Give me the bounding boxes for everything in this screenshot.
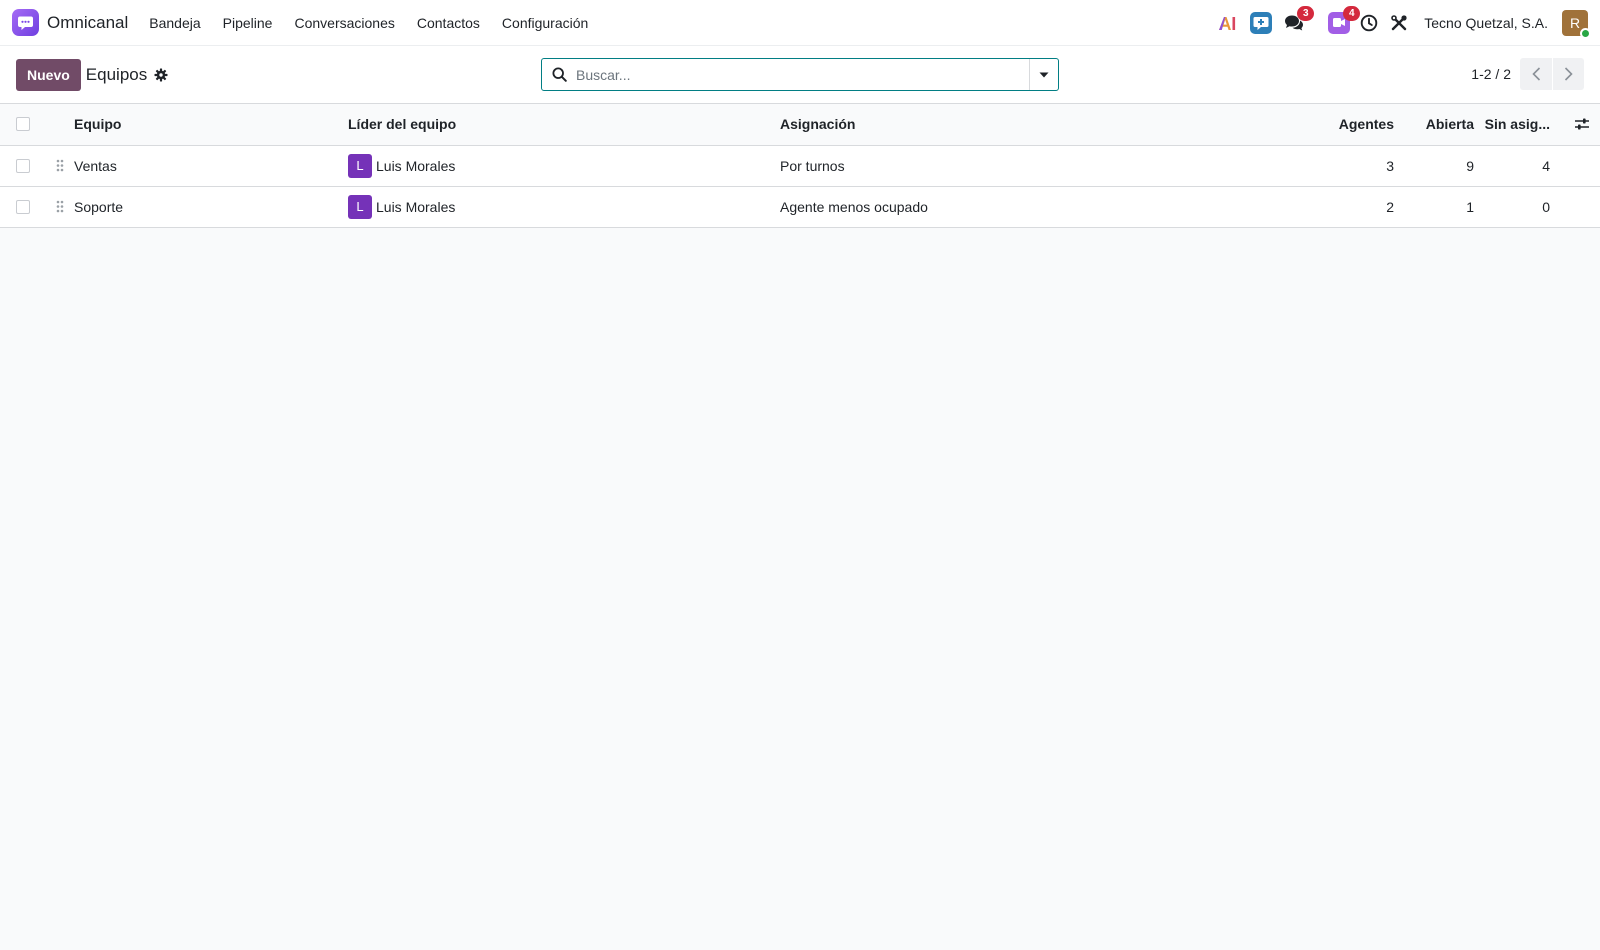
cell-leader[interactable]: L Luis Morales bbox=[348, 153, 780, 178]
cell-agents[interactable]: 2 bbox=[1224, 186, 1404, 228]
systray: AI 3 4 bbox=[1210, 5, 1591, 39]
cell-assignment[interactable]: Agente menos ocupado bbox=[780, 186, 1224, 228]
table-header-row: Equipo Líder del equipo Asignación Agent… bbox=[0, 104, 1600, 146]
cell-team[interactable]: Ventas bbox=[74, 145, 348, 187]
messages-badge: 3 bbox=[1297, 5, 1315, 21]
leader-name: Luis Morales bbox=[376, 157, 456, 174]
activities-icon[interactable]: 4 bbox=[1328, 5, 1361, 36]
cell-open[interactable]: 9 bbox=[1404, 145, 1484, 187]
table-row[interactable]: Ventas L Luis Morales Por turnos 3 9 4 bbox=[0, 145, 1600, 187]
menu-item-pipeline[interactable]: Pipeline bbox=[223, 15, 273, 31]
tools-icon[interactable] bbox=[1390, 10, 1408, 36]
cell-team[interactable]: Soporte bbox=[74, 186, 348, 228]
gear-icon[interactable] bbox=[154, 68, 168, 82]
leader-name: Luis Morales bbox=[376, 198, 456, 215]
cell-leader[interactable]: L Luis Morales bbox=[348, 194, 780, 219]
search-options-toggle[interactable] bbox=[1029, 59, 1058, 90]
row-checkbox[interactable] bbox=[16, 199, 30, 214]
clock-icon[interactable] bbox=[1360, 10, 1378, 36]
column-header-leader[interactable]: Líder del equipo bbox=[348, 104, 780, 146]
pager-next-button[interactable] bbox=[1552, 58, 1584, 90]
main-menu: Bandeja Pipeline Conversaciones Contacto… bbox=[149, 15, 610, 31]
activities-badge: 4 bbox=[1343, 5, 1361, 21]
table-row[interactable]: Soporte L Luis Morales Agente menos ocup… bbox=[0, 186, 1600, 228]
ai-assistant-icon[interactable]: AI bbox=[1218, 10, 1238, 36]
column-header-agents[interactable]: Agentes bbox=[1224, 104, 1404, 146]
column-header-team[interactable]: Equipo bbox=[74, 104, 348, 146]
cell-open[interactable]: 1 bbox=[1404, 186, 1484, 228]
cell-assignment[interactable]: Por turnos bbox=[780, 145, 1224, 187]
search-input[interactable] bbox=[567, 59, 1029, 90]
cell-unassigned[interactable]: 4 bbox=[1484, 145, 1564, 187]
pager: 1-2 / 2 bbox=[1471, 58, 1584, 90]
app-name[interactable]: Omnicanal bbox=[47, 13, 128, 33]
pager-value[interactable]: 1-2 / 2 bbox=[1471, 66, 1511, 82]
select-all-checkbox[interactable] bbox=[16, 117, 30, 132]
menu-item-contactos[interactable]: Contactos bbox=[417, 15, 480, 31]
search-icon bbox=[552, 67, 567, 82]
company-name[interactable]: Tecno Quetzal, S.A. bbox=[1424, 15, 1548, 31]
column-header-unassigned[interactable]: Sin asig... bbox=[1484, 104, 1564, 146]
optional-columns-icon[interactable] bbox=[1564, 117, 1600, 131]
menu-item-conversaciones[interactable]: Conversaciones bbox=[294, 15, 394, 31]
leader-avatar: L bbox=[348, 194, 372, 219]
messages-icon[interactable]: 3 bbox=[1284, 5, 1315, 36]
teams-table: Equipo Líder del equipo Asignación Agent… bbox=[0, 104, 1600, 228]
menu-item-configuracion[interactable]: Configuración bbox=[502, 15, 588, 31]
drag-handle-icon[interactable] bbox=[46, 200, 74, 213]
page-title: Equipos bbox=[85, 64, 148, 84]
chevron-left-icon bbox=[1531, 67, 1540, 81]
drag-handle-icon[interactable] bbox=[46, 159, 74, 172]
menu-item-bandeja[interactable]: Bandeja bbox=[149, 15, 200, 31]
chevron-right-icon bbox=[1564, 67, 1573, 81]
app-logo-chat-icon[interactable] bbox=[12, 9, 39, 36]
column-header-open[interactable]: Abierta bbox=[1404, 104, 1484, 146]
row-checkbox[interactable] bbox=[16, 158, 30, 173]
search-bar bbox=[541, 58, 1059, 91]
leader-avatar: L bbox=[348, 153, 372, 178]
cell-agents[interactable]: 3 bbox=[1224, 145, 1404, 187]
livechat-icon[interactable] bbox=[1250, 10, 1273, 36]
cell-unassigned[interactable]: 0 bbox=[1484, 186, 1564, 228]
column-header-assignment[interactable]: Asignación bbox=[780, 104, 1224, 146]
top-navbar: Omnicanal Bandeja Pipeline Conversacione… bbox=[0, 0, 1600, 46]
caret-down-icon bbox=[1039, 72, 1049, 77]
user-avatar[interactable]: R bbox=[1562, 9, 1591, 39]
user-initial: R bbox=[1569, 14, 1581, 31]
control-panel: Nuevo Equipos Buscar... 1-2 / 2 bbox=[0, 46, 1600, 104]
new-button[interactable]: Nuevo bbox=[16, 58, 81, 91]
pager-previous-button[interactable] bbox=[1520, 58, 1552, 90]
online-status-icon bbox=[1580, 27, 1591, 39]
